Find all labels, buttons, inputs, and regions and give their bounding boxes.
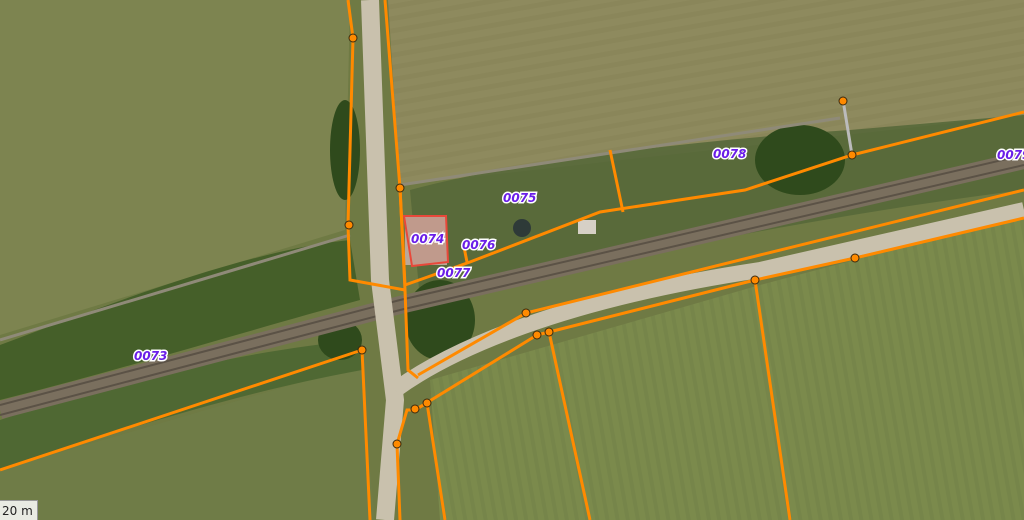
scale-bar: 20 m (0, 500, 38, 520)
map-view[interactable]: 0073 0074 0075 0076 0077 0078 0079 20 m (0, 0, 1024, 520)
vertex-marker (392, 439, 402, 449)
vertex-marker (847, 150, 857, 160)
vertex-marker (344, 220, 354, 230)
parcel-label-0078: 0078 (713, 147, 746, 161)
parcel-label-0073: 0073 (134, 349, 167, 363)
pond (513, 219, 531, 237)
vertex-marker (395, 183, 405, 193)
building (578, 220, 596, 234)
vertex-marker (544, 327, 554, 337)
vertex-marker (410, 404, 420, 414)
vertex-marker (838, 96, 848, 106)
scale-label: 20 m (2, 504, 33, 518)
parcel-label-0075: 0075 (503, 191, 536, 205)
parcel-label-0074: 0074 (411, 232, 444, 246)
vertex-marker (750, 275, 760, 285)
parcel-label-0076: 0076 (462, 238, 495, 252)
tree-line-north (330, 100, 360, 200)
vertex-marker (348, 33, 358, 43)
parcel-label-0077: 0077 (437, 266, 471, 280)
vertex-marker (532, 330, 542, 340)
vertex-marker (521, 308, 531, 318)
tree-cluster (755, 125, 845, 195)
aerial-map[interactable]: 0073 0074 0075 0076 0077 0078 0079 (0, 0, 1024, 520)
vertex-marker (357, 345, 367, 355)
vertex-marker (850, 253, 860, 263)
vertex-marker (422, 398, 432, 408)
parcel-label-0079: 0079 (997, 148, 1024, 162)
